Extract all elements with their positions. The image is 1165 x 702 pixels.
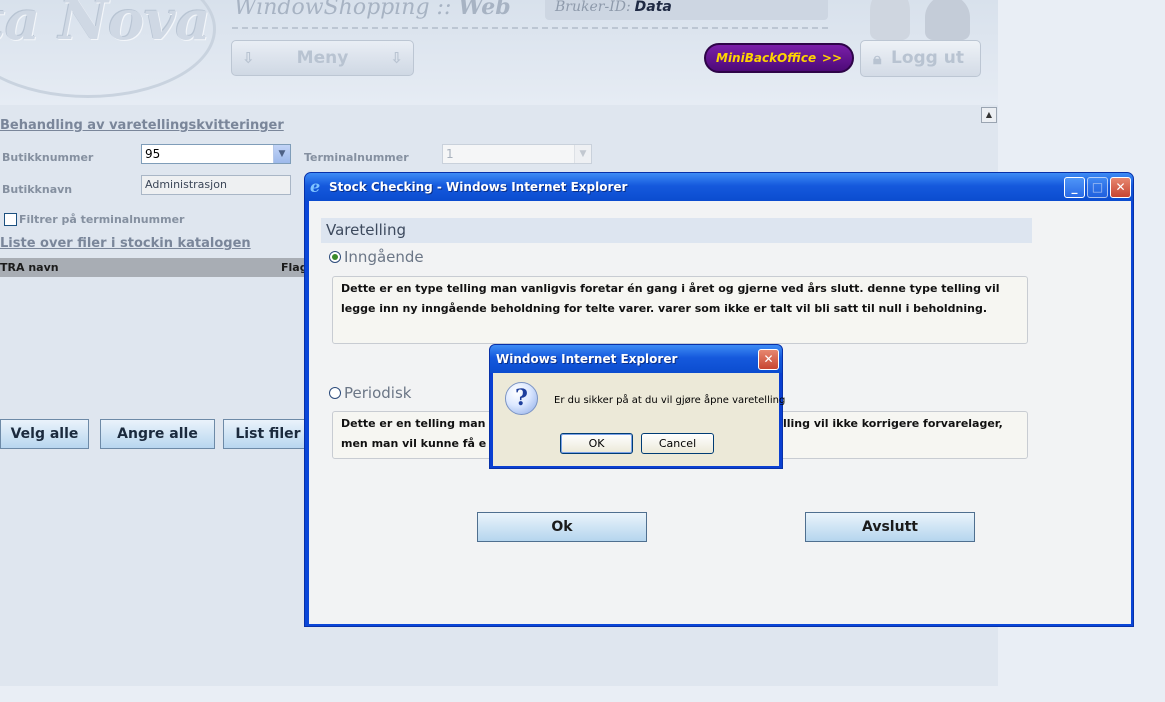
arrow-down-icon: ⇩ [390,49,403,67]
person-icon [925,0,970,40]
user-id-value: Data [634,0,672,15]
dialog-content: ? Er du sikker på at du vil gjøre åpne v… [493,373,785,466]
filter-terminal-label: Filtrer på terminalnummer [19,213,185,226]
dialog-title: Windows Internet Explorer [496,352,678,366]
minibackoffice-button[interactable]: MiniBackOffice >> [704,43,854,73]
logo: ta Nova [0,0,211,52]
person-icon [870,0,910,40]
select-all-button[interactable]: Velg alle [0,419,89,449]
radio-inngaende[interactable] [329,251,341,263]
user-id-label: Bruker-ID: [555,0,631,15]
window-title: Stock Checking - Windows Internet Explor… [329,180,628,194]
terminalnummer-select[interactable]: 1 ▼ [442,144,592,164]
exit-button[interactable]: Avslutt [805,512,975,542]
filter-terminal-checkbox[interactable] [4,213,17,226]
user-id-box: Bruker-ID: Data [545,0,828,20]
app-title-part: Window [234,0,324,20]
window-titlebar[interactable]: e Stock Checking - Windows Internet Expl… [305,173,1133,201]
app-title-part: hopping [338,0,430,20]
chevron-down-icon: ▼ [574,145,591,163]
app-title-web: Web [458,0,511,20]
lock-icon: 🔒︎ [873,49,882,68]
menu-label: Meny [296,48,349,68]
maximize-icon[interactable]: □ [1087,177,1108,198]
scroll-up-arrow-icon[interactable]: ▲ [981,107,997,123]
radio-periodisk[interactable] [329,387,341,399]
dialog-cancel-button[interactable]: Cancel [641,433,714,454]
periodisk-description-part: Dette er en telling man [341,417,486,430]
inngaende-description: Dette er en type telling man vanligvis f… [332,276,1028,344]
undo-all-button[interactable]: Angre alle [100,419,215,449]
minimize-icon[interactable]: _ [1064,177,1085,198]
section-title: Varetelling [321,218,1032,243]
confirm-dialog: Windows Internet Explorer ✕ ? Er du sikk… [489,344,785,469]
terminalnummer-value: 1 [446,147,454,161]
ok-button[interactable]: Ok [477,512,647,542]
app-title: WindowShopping :: Web [234,0,511,20]
header-banner: ta Nova WindowShopping :: Web Bruker-ID:… [0,0,998,105]
stockin-files-link[interactable]: Liste over filer i stockin katalogen [0,236,251,251]
menu-button[interactable]: ⇩ Meny ⇩ [231,40,414,76]
list-files-button[interactable]: List filer [223,419,313,449]
question-icon: ? [505,382,538,415]
close-icon[interactable]: ✕ [1110,177,1131,198]
butikknummer-select[interactable]: 95 ▼ [141,144,291,164]
radio-inngaende-label[interactable]: Inngående [344,248,424,266]
close-icon[interactable]: ✕ [758,349,779,370]
butikknummer-value: 95 [145,147,161,161]
dialog-titlebar[interactable]: Windows Internet Explorer ✕ [490,345,782,373]
minibackoffice-label: MiniBackOffice [716,51,817,65]
app-title-part: S [323,0,339,20]
dialog-message: Er du sikker på at du vil gjøre åpne var… [554,395,786,406]
app-title-separator: :: [436,0,452,20]
forward-arrow-icon: >> [821,51,842,65]
files-table-header: TRA navn Flag [0,258,310,277]
column-header-tra-navn[interactable]: TRA navn [0,261,59,274]
butikknavn-field[interactable]: Administrasjon [141,175,291,195]
arrow-down-icon: ⇩ [242,49,255,67]
radio-periodisk-label[interactable]: Periodisk [344,384,411,402]
chevron-down-icon[interactable]: ▼ [273,145,290,163]
header-divider [232,27,828,29]
logout-label: Logg ut [891,48,964,68]
page-heading-link[interactable]: Behandling av varetellingskvitteringer [0,118,284,133]
butikknavn-label: Butikknavn [2,183,73,196]
terminalnummer-label: Terminalnummer [304,151,409,164]
dialog-ok-button[interactable]: OK [560,433,633,454]
butikknummer-label: Butikknummer [2,151,94,164]
periodisk-description-part: lling vil ikke korrigere forvarelager, [783,417,1003,430]
logout-button[interactable]: 🔒︎ Logg ut [860,40,981,77]
periodisk-description-part: men man vil kunne få e [341,437,487,450]
internet-explorer-icon: e [310,177,321,196]
